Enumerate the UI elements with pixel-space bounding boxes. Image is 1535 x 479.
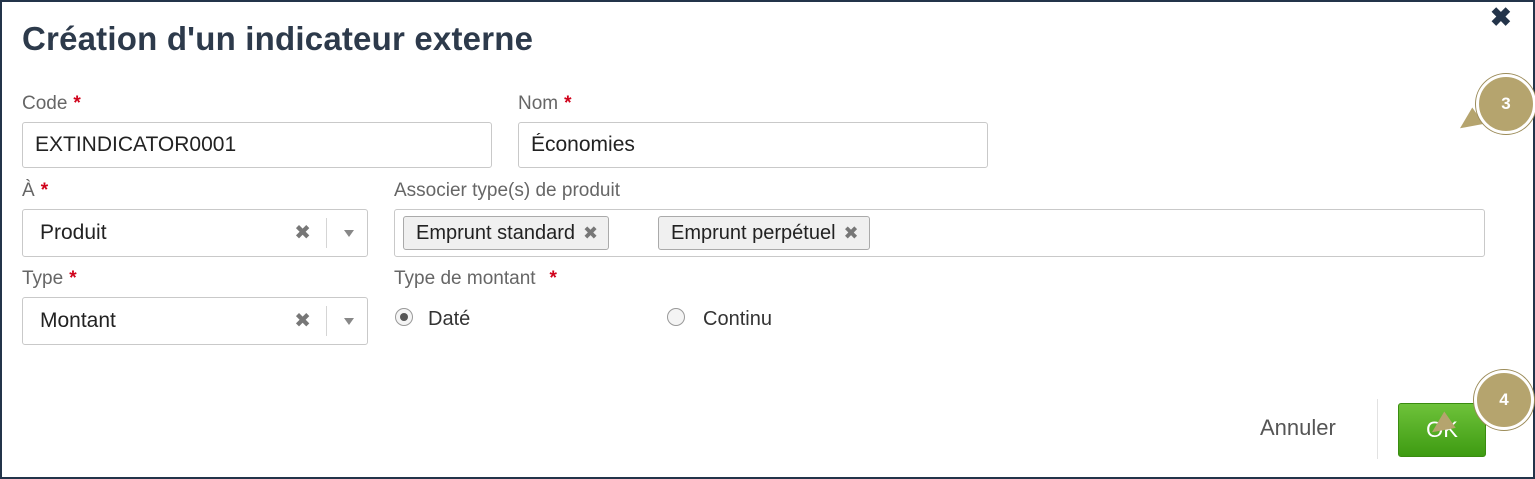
create-external-indicator-dialog: Création d'un indicateur externe ✖ Code *…	[0, 0, 1535, 479]
radio-date-label[interactable]: Daté	[428, 308, 470, 331]
type-select[interactable]: Montant ✖	[22, 297, 368, 345]
type-select-value: Montant	[40, 309, 116, 332]
footer-divider	[1377, 399, 1378, 459]
a-label: À *	[22, 180, 49, 201]
required-marker: *	[73, 93, 81, 114]
product-types-multiselect[interactable]: Emprunt standard ✖ Emprunt perpétuel ✖	[394, 209, 1485, 257]
close-icon[interactable]: ✖	[1490, 4, 1512, 30]
code-input[interactable]	[22, 122, 492, 168]
clear-icon[interactable]: ✖	[294, 210, 311, 256]
code-label: Code *	[22, 93, 81, 114]
nom-input[interactable]	[518, 122, 988, 168]
chevron-down-icon[interactable]	[344, 230, 354, 237]
type-label: Type *	[22, 268, 77, 289]
nom-label: Nom *	[518, 93, 572, 114]
radio-continu[interactable]	[667, 308, 685, 326]
amount-type-label: Type de montant *	[394, 268, 557, 289]
product-type-tag: Emprunt perpétuel ✖	[658, 216, 870, 250]
select-divider	[326, 218, 327, 248]
a-select[interactable]: Produit ✖	[22, 209, 368, 257]
radio-date[interactable]	[395, 308, 413, 326]
radio-continu-label[interactable]: Continu	[703, 308, 772, 331]
chevron-down-icon[interactable]	[344, 318, 354, 325]
step-callout-4: 4	[1474, 370, 1534, 430]
select-divider	[326, 306, 327, 336]
dialog-title: Création d'un indicateur externe	[22, 20, 534, 57]
product-types-label: Associer type(s) de produit	[394, 180, 620, 201]
clear-icon[interactable]: ✖	[294, 298, 311, 344]
remove-tag-icon[interactable]: ✖	[583, 223, 598, 243]
required-marker: *	[40, 180, 49, 201]
remove-tag-icon[interactable]: ✖	[844, 223, 859, 243]
required-marker: *	[69, 268, 77, 289]
cancel-button[interactable]: Annuler	[1260, 415, 1336, 441]
required-marker: *	[564, 93, 572, 114]
product-type-tag: Emprunt standard ✖	[403, 216, 610, 250]
a-select-value: Produit	[40, 221, 107, 244]
step-callout-3: 3	[1476, 74, 1535, 134]
required-marker: *	[549, 268, 557, 289]
